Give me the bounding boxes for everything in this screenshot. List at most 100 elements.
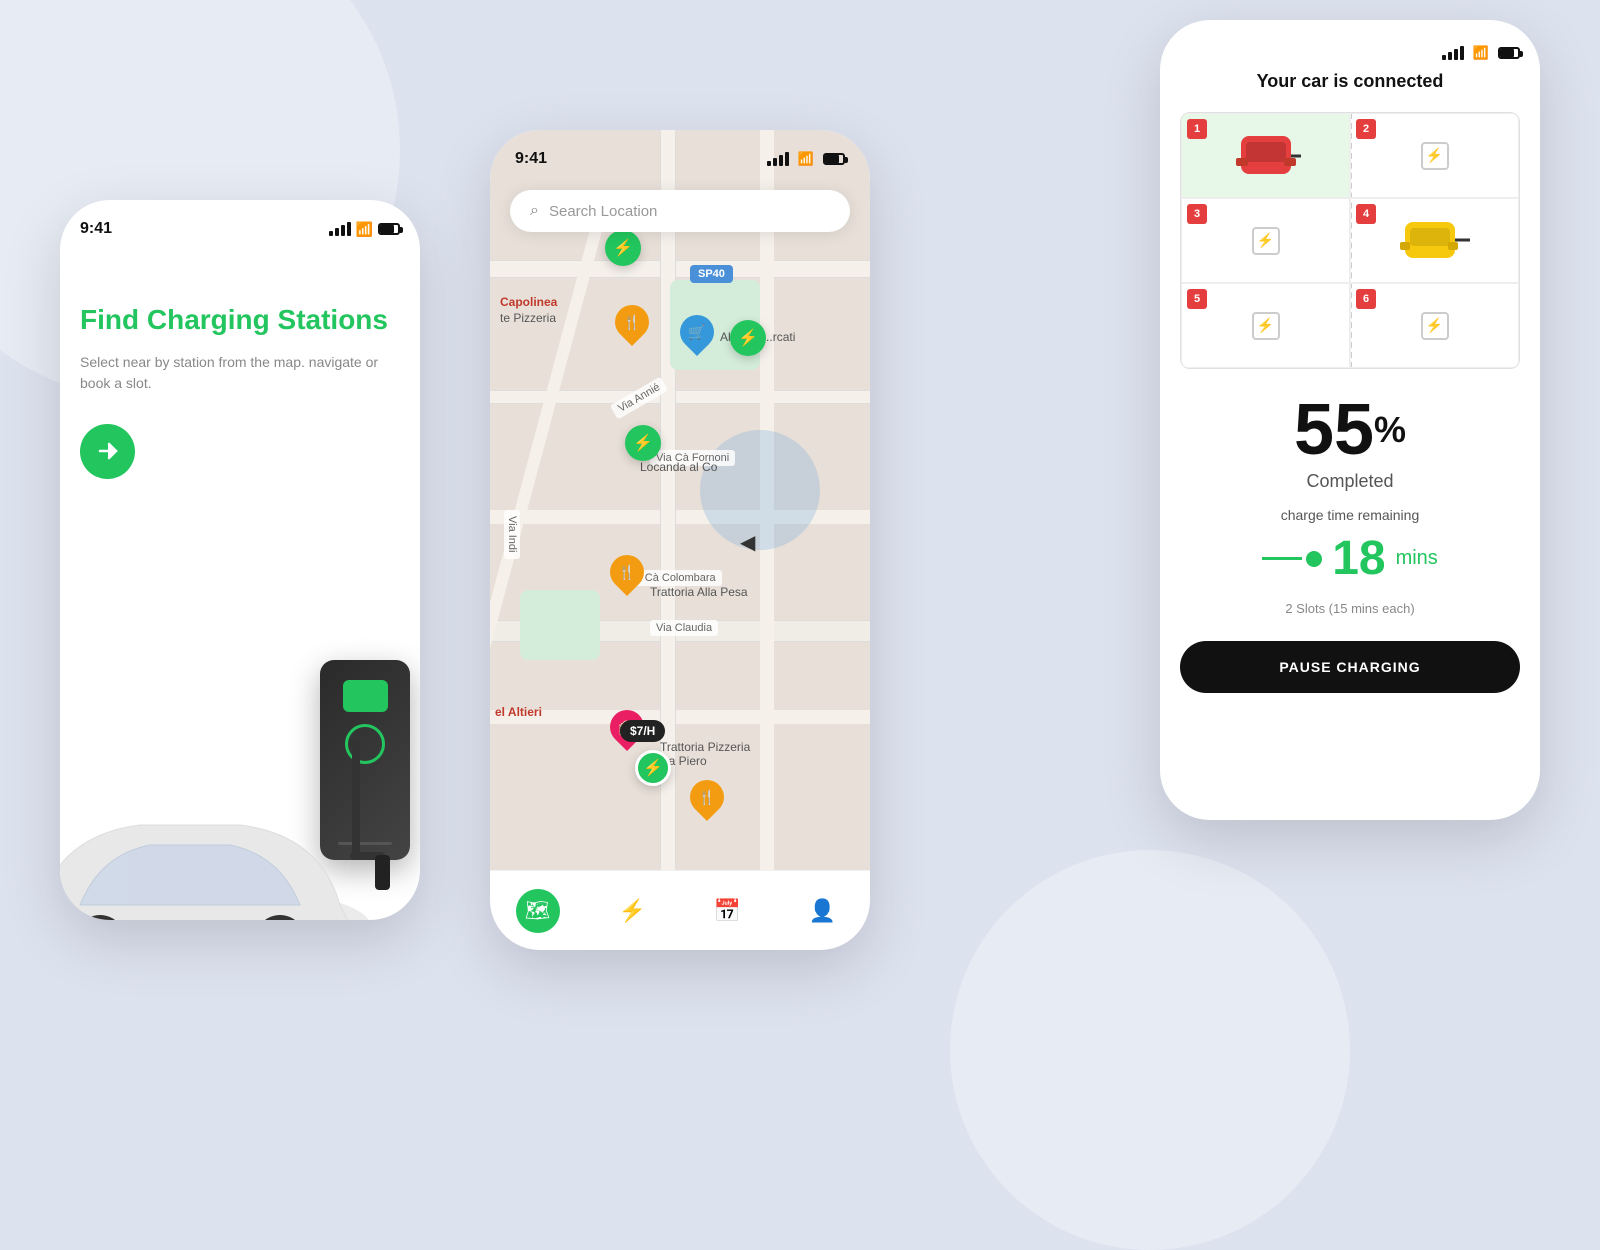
charge-pin-selected[interactable]: ⚡ [635, 750, 671, 786]
charge-pin-selected-icon: ⚡ [643, 758, 663, 778]
place-locanda: Locanda al Co [640, 460, 717, 474]
signal-bars-3 [1442, 46, 1464, 60]
phone-screen-1: 9:41 📶 Find Charging Stations Select nea… [60, 200, 420, 920]
nav-charge[interactable]: ⚡ [611, 889, 655, 933]
slot-num-1: 1 [1187, 119, 1207, 139]
parking-slot-3: 3 ⚡ [1181, 198, 1350, 283]
calendar-nav-icon: 📅 [706, 889, 750, 933]
next-button[interactable] [80, 424, 135, 479]
charge-pin-2-icon: ⚡ [738, 328, 758, 348]
status-time-3-placeholder: 9:41 [1180, 45, 1208, 61]
charge-pin-1[interactable]: ⚡ [605, 230, 641, 266]
slot-num-3: 3 [1187, 204, 1207, 224]
slot-num-6: 6 [1356, 289, 1376, 309]
green-area-2 [520, 590, 600, 660]
car-yellow [1400, 216, 1470, 266]
signal-bar-3 [341, 225, 345, 236]
place-el-altieri: el Altieri [495, 705, 542, 719]
charger-slot-icon-2: ⚡ [1252, 227, 1280, 255]
slot-num-4: 4 [1356, 204, 1376, 224]
charge-time-label: charge time remaining [1180, 507, 1520, 523]
place-capolinea: Capolineate Pizzeria [500, 295, 557, 326]
signal-bars-2 [767, 152, 789, 166]
phone-screen-3: 9:41 📶 Your car is connected [1160, 20, 1540, 820]
parking-grid: 1 2 ⚡ [1180, 112, 1520, 369]
charge-icon: ⚡ [619, 898, 646, 924]
pause-charging-button[interactable]: PAUSE CHARGING [1180, 641, 1520, 693]
status-icons-1: 📶 [329, 221, 400, 238]
slot-num-2: 2 [1356, 119, 1376, 139]
status-bar-2: 9:41 📶 [515, 150, 845, 168]
sp40-badge: SP40 [690, 265, 733, 283]
time-display: 18 mins [1180, 531, 1520, 586]
arrow-right-icon [96, 439, 120, 463]
wifi-icon-1: 📶 [356, 221, 373, 238]
time-unit: mins [1396, 547, 1438, 570]
map-icon: 🗺 [525, 898, 550, 923]
food-pin-3: 🍴 [690, 780, 724, 814]
phone-screen-2: 9:41 📶 ⌕ Search Location [490, 130, 870, 950]
charge-nav-icon: ⚡ [611, 889, 655, 933]
charge-pin-3[interactable]: ⚡ [625, 425, 661, 461]
wifi-icon-3: 📶 [1473, 45, 1489, 61]
bg-decoration-2 [950, 850, 1350, 1250]
car-illustration [60, 755, 400, 920]
water-area [700, 430, 820, 550]
charger-slot-icon-4: ⚡ [1421, 312, 1449, 340]
place-trattoria-alla-pesa: Trattoria Alla Pesa [650, 585, 748, 599]
search-bar[interactable]: ⌕ Search Location [510, 190, 850, 232]
signal-bar-4 [347, 222, 351, 236]
map-signal-4 [785, 152, 789, 166]
percent-sign: % [1374, 409, 1406, 450]
price-tag: $7/H [620, 720, 665, 742]
search-placeholder-text: Search Location [549, 203, 657, 220]
connector-line [1262, 557, 1302, 560]
search-icon: ⌕ [530, 202, 539, 220]
slot-num-5: 5 [1187, 289, 1207, 309]
parking-row-3: 5 ⚡ 6 ⚡ [1181, 283, 1519, 368]
map-signal-2 [773, 158, 777, 166]
p3-signal-1 [1442, 55, 1446, 60]
nav-profile[interactable]: 👤 [801, 889, 845, 933]
road-label-via-indi: Via Indi [504, 510, 520, 559]
signal-bar-2 [335, 228, 339, 236]
map-nav-icon: 🗺 [516, 889, 560, 933]
percent-number: 55 [1294, 390, 1374, 470]
slots-info: 2 Slots (15 mins each) [1180, 601, 1520, 616]
bottom-nav: 🗺 ⚡ 📅 👤 [490, 870, 870, 950]
profile-icon: 👤 [809, 898, 836, 924]
charge-pin-1-icon: ⚡ [613, 238, 633, 258]
food-pin-1: 🍴 [615, 305, 649, 339]
nav-calendar[interactable]: 📅 [706, 889, 750, 933]
connector-dot [1306, 551, 1322, 567]
charger-slot-icon-3: ⚡ [1252, 312, 1280, 340]
road-label-via-claudia: Via Claudia [650, 620, 718, 636]
signal-bars-1 [329, 222, 351, 236]
p3-signal-3 [1454, 49, 1458, 60]
map-signal-1 [767, 161, 771, 166]
charge-pin-2[interactable]: ⚡ [730, 320, 766, 356]
map-area[interactable]: SP40 Via Annié Via Cà Fornoni Via Cà Col… [490, 130, 870, 870]
parking-row-2: 3 ⚡ 4 [1181, 198, 1519, 283]
status-icons-3: 📶 [1442, 45, 1520, 61]
battery-icon-2 [823, 153, 845, 165]
car-red [1231, 128, 1301, 183]
nav-map[interactable]: 🗺 [516, 889, 560, 933]
completed-label: Completed [1180, 471, 1520, 492]
status-time-1: 9:41 [80, 220, 112, 238]
status-bar-3: 9:41 📶 [1180, 45, 1520, 61]
parking-slot-4: 4 [1350, 198, 1519, 283]
charge-pin-3-icon: ⚡ [633, 433, 653, 453]
time-number: 18 [1332, 531, 1385, 586]
status-icons-2: 📶 [767, 151, 845, 167]
battery-icon-3 [1498, 47, 1520, 59]
map-signal-3 [779, 155, 783, 166]
food-pin-2: 🍴 [610, 555, 644, 589]
p3-signal-4 [1460, 46, 1464, 60]
battery-icon-1 [378, 223, 400, 235]
direction-arrow: ◀ [740, 530, 755, 555]
phone-notch-1 [190, 253, 290, 273]
road-h5 [490, 710, 870, 724]
shop-pin: 🛒 [680, 315, 714, 349]
p3-signal-2 [1448, 52, 1452, 60]
